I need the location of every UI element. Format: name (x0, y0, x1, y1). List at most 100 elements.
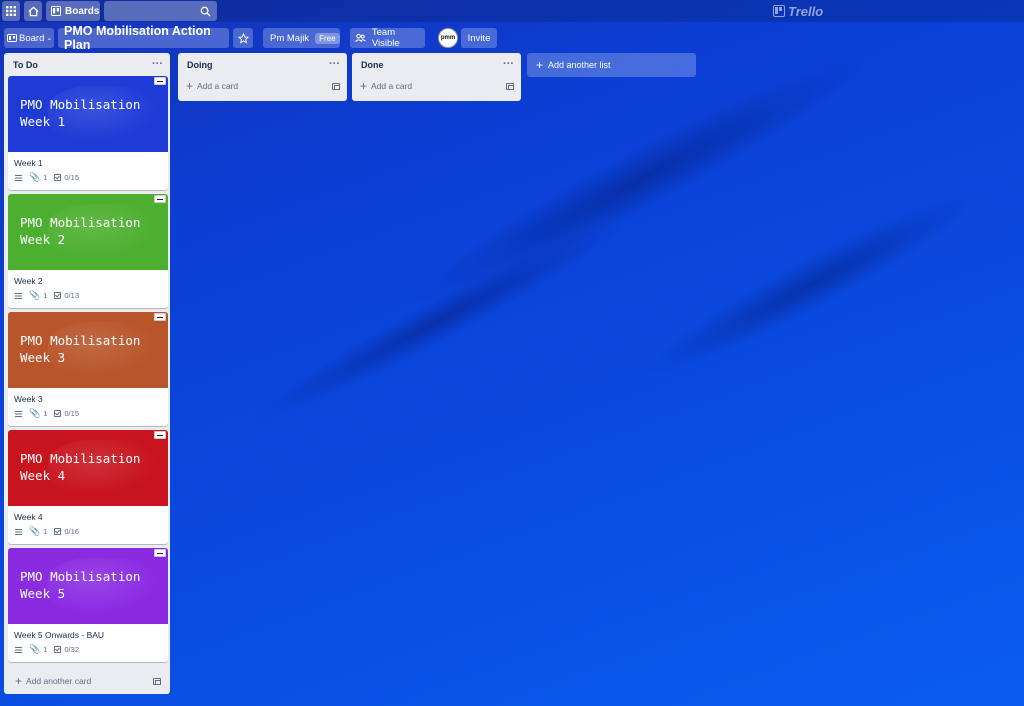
checklist-icon (54, 646, 62, 653)
card-cover-text: PMO Mobilisation Week 5 (20, 569, 141, 601)
add-card-label: Add another card (26, 676, 92, 686)
checklist-badge: 0/32 (54, 645, 79, 654)
visibility-label: Team Visible (371, 27, 400, 49)
card-cover-text: PMO Mobilisation Week 1 (20, 97, 141, 129)
paperclip-icon: 📎 (29, 290, 41, 300)
visibility-button[interactable]: Team Visible (350, 27, 425, 49)
card-cover: PMO Mobilisation Week 3 (8, 312, 168, 388)
team-button[interactable]: Pm Majik Free (263, 28, 340, 48)
list-header: To Do ··· (4, 53, 170, 76)
list-menu-icon[interactable]: ··· (152, 59, 163, 70)
checklist-badge: 0/13 (54, 291, 79, 300)
attachment-cover-icon (154, 195, 166, 203)
invite-button[interactable]: Invite (461, 28, 497, 48)
attachment-cover-icon (154, 77, 166, 85)
board-title[interactable]: PMO Mobilisation Action Plan (58, 24, 229, 52)
description-icon (15, 292, 22, 299)
logo-text: Trello (788, 3, 824, 19)
list-header: Done ··· (352, 53, 521, 76)
search-input[interactable] (108, 3, 198, 19)
card[interactable]: PMO Mobilisation Week 3 Week 3 📎 1 0/15 (8, 312, 168, 426)
background-texture (630, 173, 990, 397)
attachment-cover-icon (154, 313, 166, 321)
list-doing: Doing ··· + Add a card (178, 53, 347, 101)
plus-icon: + (186, 79, 194, 93)
add-card-row: + Add another card (4, 668, 170, 694)
add-card-button[interactable]: + Add a card (186, 80, 238, 92)
card[interactable]: PMO Mobilisation Week 2 Week 2 📎 1 0/13 (8, 194, 168, 308)
member-avatar[interactable]: pmm (438, 28, 458, 48)
paperclip-icon: 📎 (29, 172, 41, 182)
star-button[interactable] (233, 28, 253, 48)
attachment-badge: 📎 1 (29, 527, 47, 537)
create-from-template-icon[interactable] (332, 82, 340, 90)
card-badges: 📎 1 0/16 (8, 525, 168, 536)
attachment-cover-icon (154, 549, 166, 557)
board-view-switcher[interactable]: Board ⌄ (4, 28, 54, 48)
attachment-count: 1 (43, 291, 48, 300)
checklist-count: 0/13 (64, 291, 79, 300)
list-header: Doing ··· (178, 53, 347, 76)
card-title: Week 1 (14, 158, 43, 168)
search-icon (200, 6, 211, 17)
add-card-label: Add a card (197, 81, 239, 91)
team-name: Pm Majik (270, 32, 310, 44)
card-title: Week 2 (14, 276, 43, 286)
card-title: Week 4 (14, 512, 43, 522)
card-badges: 📎 1 0/13 (8, 289, 168, 300)
create-from-template-icon[interactable] (153, 677, 161, 685)
checklist-icon (54, 292, 62, 299)
checklist-count: 0/15 (64, 409, 79, 418)
card[interactable]: PMO Mobilisation Week 4 Week 4 📎 1 0/16 (8, 430, 168, 544)
plan-badge: Free (315, 32, 340, 44)
card-badges: 📎 1 0/32 (8, 643, 168, 654)
card[interactable]: PMO Mobilisation Week 1 Week 1 📎 1 0/15 (8, 76, 168, 190)
checklist-badge: 0/15 (54, 173, 79, 182)
checklist-badge: 0/15 (54, 409, 79, 418)
attachment-badge: 📎 1 (29, 172, 47, 183)
trello-logo[interactable]: Trello (773, 2, 823, 20)
add-card-button[interactable]: + Add a card (360, 80, 412, 92)
attachment-badge: 📎 1 (29, 409, 47, 419)
attachment-count: 1 (43, 645, 48, 654)
list-todo: To Do ··· PMO Mobilisation Week 1 Week 1… (4, 53, 170, 694)
description-icon (15, 410, 22, 417)
add-card-row: + Add a card (178, 76, 347, 96)
home-icon (27, 6, 39, 16)
search-box[interactable] (104, 1, 217, 21)
background-texture (245, 203, 635, 437)
add-list-button[interactable]: + Add another list (527, 53, 696, 77)
list-menu-icon[interactable]: ··· (329, 59, 340, 70)
list-menu-icon[interactable]: ··· (503, 59, 514, 70)
apps-button[interactable] (2, 1, 20, 21)
add-card-button[interactable]: + Add another card (15, 675, 91, 687)
chevron-down-icon: ⌄ (46, 35, 53, 42)
checklist-icon (54, 410, 62, 417)
attachment-badge: 📎 1 (29, 290, 48, 301)
card-badges: 📎 1 0/15 (8, 407, 168, 418)
description-icon (15, 174, 22, 181)
card-cover: PMO Mobilisation Week 4 (8, 430, 168, 506)
add-list-label: Add another list (548, 60, 611, 70)
card-cover-text: PMO Mobilisation Week 3 (20, 333, 141, 365)
list-done: Done ··· + Add a card (352, 53, 521, 101)
description-icon (15, 646, 22, 653)
attachment-badge: 📎 1 (29, 644, 48, 655)
list-title[interactable]: Doing (187, 60, 213, 70)
create-from-template-icon[interactable] (506, 82, 514, 90)
list-title[interactable]: Done (361, 60, 384, 70)
boards-button[interactable]: Boards (46, 1, 100, 21)
add-card-row: + Add a card (352, 76, 521, 96)
plus-icon: + (360, 79, 368, 93)
boards-icon (51, 6, 61, 16)
paperclip-icon: 📎 (29, 644, 41, 654)
checklist-icon (54, 174, 62, 181)
board-switcher-label: Board (19, 32, 45, 44)
card-badges: 📎 1 0/15 (8, 171, 168, 182)
plus-icon: + (536, 58, 544, 72)
board-icon (7, 34, 17, 42)
card[interactable]: PMO Mobilisation Week 5 Week 5 Onwards -… (8, 548, 168, 662)
card-title: Week 5 Onwards - BAU (14, 630, 105, 640)
list-title[interactable]: To Do (13, 60, 38, 70)
home-button[interactable] (24, 1, 42, 21)
